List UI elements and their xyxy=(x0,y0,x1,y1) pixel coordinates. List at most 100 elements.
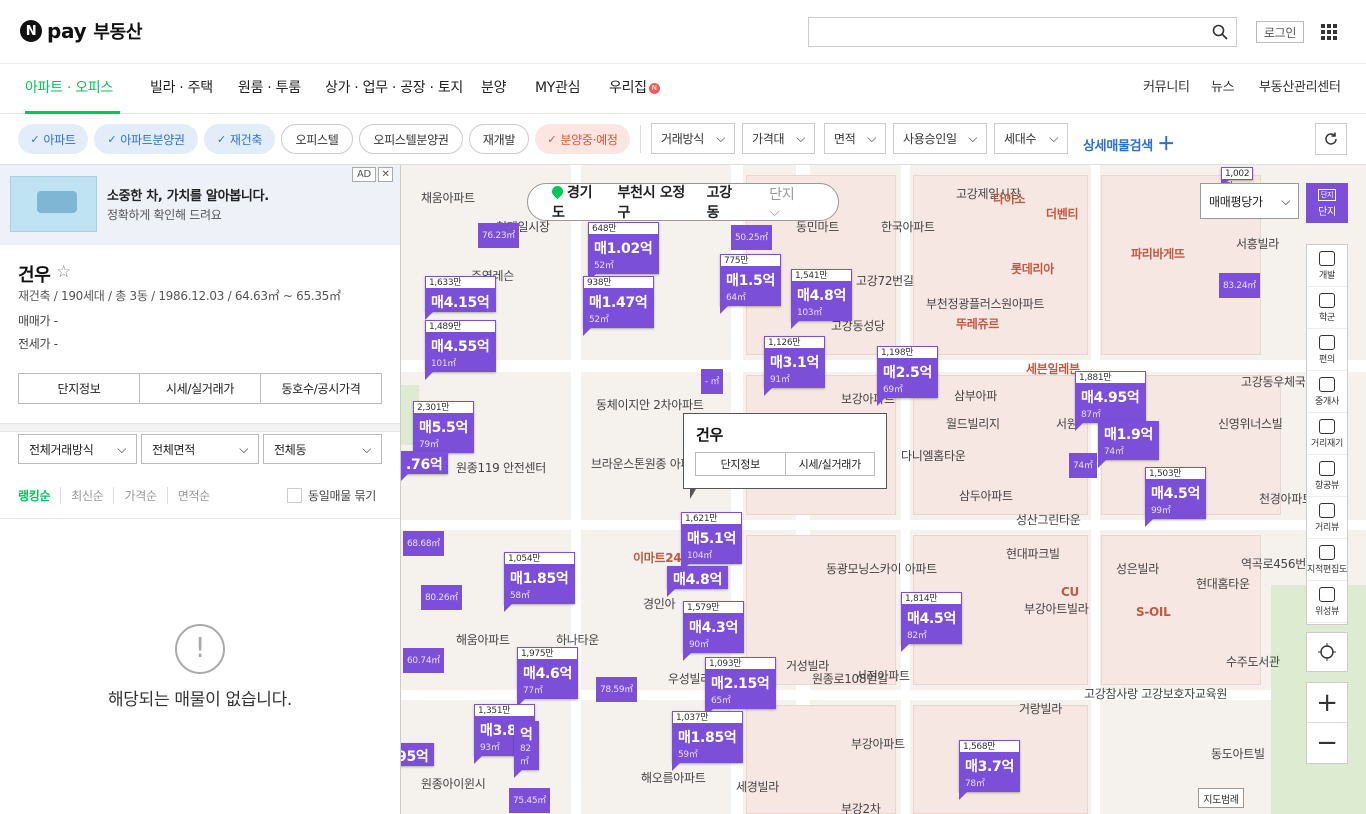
map-place-label[interactable]: 세경빌라 xyxy=(736,778,779,795)
breadcrumb-dong[interactable]: 고강동 xyxy=(697,182,750,222)
breadcrumb-complex[interactable]: 단지 ⌵ xyxy=(749,184,838,220)
map-legend-button[interactable]: 지도범례 xyxy=(1198,788,1244,808)
sort-area[interactable]: 면적순 xyxy=(166,487,220,504)
map-place-label[interactable]: 현대파크빌 xyxy=(1006,545,1060,562)
map-place-label[interactable]: 부천정광플러스원아파트 xyxy=(926,295,1044,312)
map-place-label[interactable]: 채움아파트 xyxy=(421,189,475,206)
dropdown-building[interactable]: 전체동 ⌵ xyxy=(263,434,382,464)
tab-oneroom-tworoom[interactable]: 원룸 · 투룸 xyxy=(238,64,301,114)
tool-convenience[interactable]: 편의 xyxy=(1307,329,1347,371)
map-place-label[interactable]: 삼부아파 xyxy=(954,387,997,404)
complex-info-button[interactable]: 단지정보 xyxy=(19,374,140,403)
map-place-label[interactable]: 고강참사랑 고강보호자교육원 xyxy=(1084,685,1227,702)
map-place-label[interactable]: 부강2차 xyxy=(841,800,881,814)
map-canvas[interactable]: 채움아파트주영레슨천제일시장한국아파트동민마트고강72번길부천정광플러스원아파트… xyxy=(401,165,1366,814)
sort-latest[interactable]: 최신순 xyxy=(60,487,113,504)
chip-redevelopment[interactable]: 재개발 xyxy=(469,124,529,154)
map-place-label[interactable]: 다니엘홈타운 xyxy=(901,447,966,464)
map-place-label[interactable]: 원종119 안전센터 xyxy=(456,459,546,476)
tool-street[interactable]: 거리뷰 xyxy=(1307,497,1347,539)
zoom-in-button[interactable]: + xyxy=(1307,683,1347,723)
tab-apartment-officetel[interactable]: 아파트 · 오피스텔 xyxy=(25,64,120,144)
popup-price-button[interactable]: 시세/실거래가 xyxy=(786,453,875,475)
dropdown-trade-type[interactable]: 전체거래방식 ⌵ xyxy=(18,434,137,464)
select-approval-date[interactable]: 사용승인일 ⌵ xyxy=(893,123,987,154)
map-place-label[interactable]: 서흥빌라 xyxy=(1236,235,1279,252)
chip-officetel[interactable]: 오피스텔 xyxy=(281,124,353,154)
map-place-label[interactable]: 동도아트빌 xyxy=(1211,745,1265,762)
nav-management-center[interactable]: 부동산관리센터 xyxy=(1259,64,1341,114)
map-place-label[interactable]: 고강72번길 xyxy=(856,272,914,289)
dropdown-area[interactable]: 전체면적 ⌵ xyxy=(141,434,259,464)
map-place-label[interactable]: 다이소 xyxy=(993,190,1026,207)
map-place-label[interactable]: 성은빌라 xyxy=(1116,560,1159,577)
map-place-label[interactable]: 해움아파트 xyxy=(456,631,510,648)
search-input[interactable] xyxy=(808,17,1237,47)
map-place-label[interactable]: 거랑빌라 xyxy=(1019,700,1062,717)
favorite-star-icon[interactable]: ☆ xyxy=(56,262,71,282)
map-place-label[interactable]: 역곡로456번 xyxy=(1241,555,1306,572)
tab-commercial-land[interactable]: 상가 · 업무 · 공장 · 토지 xyxy=(325,64,463,114)
tab-presale[interactable]: 분양 xyxy=(481,64,506,114)
ad-close-icon[interactable]: ✕ xyxy=(378,167,393,182)
map-place-label[interactable]: 부강아트빌라 xyxy=(1024,600,1089,617)
naver-pay-realestate-logo[interactable]: N pay 부동산 xyxy=(20,18,142,44)
nav-community[interactable]: 커뮤니티 xyxy=(1143,64,1190,114)
tab-villa-house[interactable]: 빌라 · 주택 xyxy=(150,64,213,114)
map-place-label[interactable]: 파리바게뜨 xyxy=(1131,245,1185,262)
tool-development[interactable]: 개발 xyxy=(1307,245,1347,287)
map-place-label[interactable]: 신영위너스빌 xyxy=(1218,415,1283,432)
map-place-label[interactable]: 원종로108번길 xyxy=(812,670,888,687)
current-location-button[interactable] xyxy=(1306,632,1348,672)
group-listings-checkbox[interactable]: 동일매물 묶기 xyxy=(287,487,376,504)
map-place-label[interactable]: 해오름아파트 xyxy=(641,769,706,786)
map-place-label[interactable]: 동광모닝스카이 아파트 xyxy=(826,560,937,577)
nav-news[interactable]: 뉴스 xyxy=(1211,64,1235,114)
map-place-label[interactable]: 경인아 xyxy=(643,595,676,612)
sort-price[interactable]: 가격순 xyxy=(113,487,166,504)
map-place-label[interactable]: 더벤티 xyxy=(1046,205,1079,222)
chip-apartment[interactable]: ✓ 아파트 xyxy=(18,124,88,154)
map-place-label[interactable]: 뚜레쥬르 xyxy=(956,315,999,332)
login-button[interactable]: 로그인 xyxy=(1256,21,1304,43)
select-trade-type[interactable]: 거래방식 ⌵ xyxy=(651,123,735,154)
tool-broker[interactable]: 중개사 xyxy=(1307,371,1347,413)
advanced-search-button[interactable]: 상세매물검색 ＋ xyxy=(1083,130,1175,156)
map-place-label[interactable]: 세븐일레븐 xyxy=(1026,360,1080,377)
chip-reconstruction[interactable]: ✓ 재건축 xyxy=(204,124,275,154)
unit-official-price-button[interactable]: 동호수/공시가격 xyxy=(261,374,381,403)
map-place-label[interactable]: 하나타운 xyxy=(556,631,599,648)
price-history-button[interactable]: 시세/실거래가 xyxy=(140,374,261,403)
map-place-label[interactable]: 롯데리아 xyxy=(1011,260,1054,277)
select-price-range[interactable]: 가격대 ⌵ xyxy=(742,123,815,154)
area-marker[interactable]: - ㎡ xyxy=(701,369,724,394)
select-households[interactable]: 세대수 ⌵ xyxy=(994,123,1068,154)
price-type-select[interactable]: 매매평당가 ⌵ xyxy=(1200,183,1299,219)
map-place-label[interactable]: 한국아파트 xyxy=(881,218,935,235)
tool-school[interactable]: 학군 xyxy=(1307,287,1347,329)
map-place-label[interactable]: 부강아파트 xyxy=(851,735,905,752)
tab-my-interest[interactable]: MY관심 xyxy=(535,64,581,114)
app-grid-icon[interactable] xyxy=(1321,24,1337,40)
search-icon[interactable] xyxy=(1212,24,1228,40)
area-marker[interactable]: 68.68㎡ xyxy=(403,531,444,556)
popup-complex-info-button[interactable]: 단지정보 xyxy=(696,453,786,475)
area-marker[interactable]: 76.23㎡ xyxy=(478,223,519,248)
map-place-label[interactable]: 이마트24 xyxy=(633,549,682,566)
map-place-label[interactable]: 성산그린타운 xyxy=(1016,511,1081,528)
sort-ranking[interactable]: 랭킹순 xyxy=(18,487,60,504)
refresh-button[interactable] xyxy=(1315,123,1347,155)
map-place-label[interactable]: 원종아이윈시 xyxy=(421,775,486,792)
map-place-label[interactable]: 현대홈타운 xyxy=(1196,575,1250,592)
map-place-label[interactable]: 천경아파트 xyxy=(1259,490,1313,507)
zoom-out-button[interactable]: − xyxy=(1307,723,1347,763)
chip-presale-ongoing[interactable]: ✓ 분양중·예정 xyxy=(535,124,630,154)
map-place-label[interactable]: S-OIL xyxy=(1136,605,1171,619)
chip-officetel-presale-right[interactable]: 오피스텔분양권 xyxy=(359,124,463,154)
area-marker[interactable]: 74㎡ xyxy=(1069,453,1097,478)
area-marker[interactable]: 78.59㎡ xyxy=(596,677,637,702)
tool-cadastral[interactable]: 지적편집도 xyxy=(1307,539,1347,581)
chip-apartment-presale-right[interactable]: ✓ 아파트분양권 xyxy=(94,124,198,154)
area-marker[interactable]: 80.26㎡ xyxy=(421,585,462,610)
map-place-label[interactable]: 삼두아파트 xyxy=(959,487,1013,504)
